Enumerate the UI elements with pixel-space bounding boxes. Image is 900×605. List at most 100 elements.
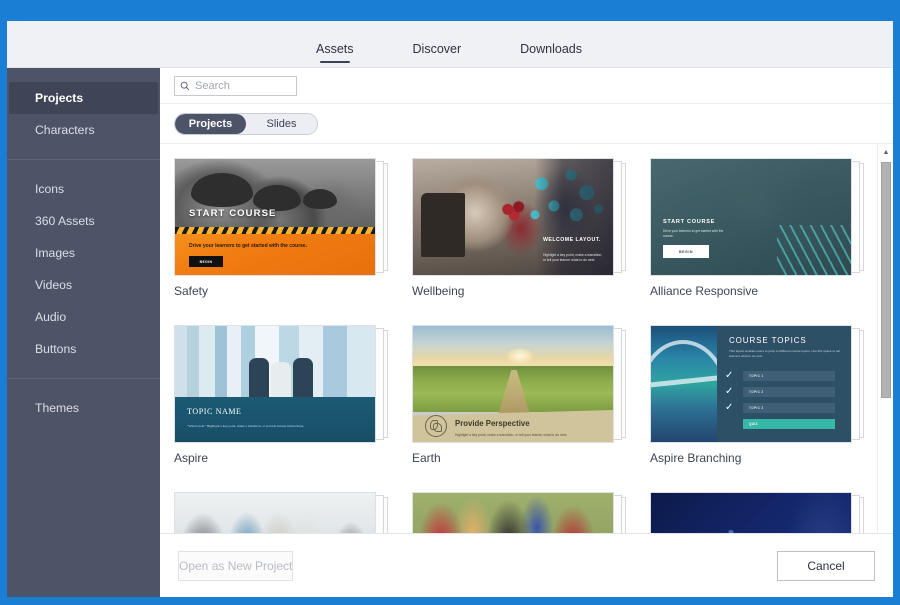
asset-card-earth[interactable]: Provide Perspective Highlight a key poin… xyxy=(412,325,650,465)
sidebar-item-label: Icons xyxy=(35,182,65,196)
thumb-subtitle: Highlight a key point, make a transition… xyxy=(543,252,603,262)
thumb-title: START COURSE xyxy=(189,208,277,219)
asset-thumbnail: WELCOME LAYOUT. Highlight a key point, m… xyxy=(412,158,614,276)
projects-slides-toggle[interactable]: Projects Slides xyxy=(174,112,318,135)
hazard-stripe xyxy=(175,227,375,234)
toggle-option-projects[interactable]: Projects xyxy=(175,113,246,134)
tab-active-underline xyxy=(319,60,350,63)
asset-card-label: Aspire Branching xyxy=(650,451,742,465)
thumb-subtitle: Drive your learners to get started with … xyxy=(189,243,308,249)
card-stack: Provide Perspective Highlight a key poin… xyxy=(412,325,626,443)
sidebar-item-audio[interactable]: Audio xyxy=(9,301,158,333)
main-panel: Projects Slides xyxy=(160,68,893,597)
search-icon xyxy=(180,81,190,90)
sidebar: Projects Characters Icons 360 Assets Ima… xyxy=(7,68,160,597)
thumb-subtitle: "What's next" Highlight a key point, mak… xyxy=(187,424,305,428)
card-stack: START COURSE Drive your learners to get … xyxy=(650,158,864,276)
globe-icon xyxy=(425,415,447,437)
sidebar-item-label: Characters xyxy=(35,123,95,137)
tab-downloads[interactable]: Downloads xyxy=(520,42,582,67)
thumb-button: BEGIN xyxy=(663,245,709,258)
open-as-new-project-label: Open as New Project xyxy=(179,558,293,573)
sidebar-item-label: Images xyxy=(35,246,75,260)
sidebar-item-projects[interactable]: Projects xyxy=(9,82,158,114)
asset-thumbnail: START COURSE Drive your learners to get … xyxy=(650,158,852,276)
thumb-subtitle: Highlight a key point, make a transition… xyxy=(455,433,568,437)
thumb-title: Provide Perspective xyxy=(455,419,530,428)
asset-card-label: Safety xyxy=(174,284,209,298)
window-body: Projects Characters Icons 360 Assets Ima… xyxy=(7,68,893,597)
asset-thumbnail: START COURSE Drive your learners to get … xyxy=(174,158,376,276)
asset-card-safety[interactable]: START COURSE Drive your learners to get … xyxy=(174,158,412,298)
toggle-option-label: Projects xyxy=(188,117,233,130)
sidebar-item-icons[interactable]: Icons xyxy=(9,173,158,205)
tab-discover-label: Discover xyxy=(412,42,462,56)
sidebar-item-images[interactable]: Images xyxy=(9,237,158,269)
toggle-option-label: Slides xyxy=(266,117,297,130)
sidebar-item-label: Projects xyxy=(35,91,84,105)
tab-downloads-label: Downloads xyxy=(520,42,582,56)
sidebar-item-label: Videos xyxy=(35,278,73,292)
sidebar-divider xyxy=(7,378,160,379)
sidebar-item-label: Audio xyxy=(35,310,67,324)
thumb-button: BEGIN xyxy=(189,256,223,267)
asset-card-aspire[interactable]: TOPIC NAME "What's next" Highlight a key… xyxy=(174,325,412,465)
check-icon: ✓ xyxy=(725,370,734,381)
scrollbar-thumb[interactable] xyxy=(881,162,891,398)
asset-card-alliance-responsive[interactable]: START COURSE Drive your learners to get … xyxy=(650,158,888,298)
asset-thumbnail: Provide Perspective Highlight a key poin… xyxy=(412,325,614,443)
card-stack: TOPIC NAME "What's next" Highlight a key… xyxy=(174,325,388,443)
thumb-topic-row: TOPIC 1 xyxy=(743,371,835,381)
sidebar-item-videos[interactable]: Videos xyxy=(9,269,158,301)
asset-grid: START COURSE Drive your learners to get … xyxy=(160,158,893,569)
sidebar-group-projects: Projects Characters xyxy=(7,78,160,150)
tab-discover[interactable]: Discover xyxy=(413,42,462,67)
sidebar-item-360-assets[interactable]: 360 Assets xyxy=(9,205,158,237)
footer-bar: Open as New Project Cancel xyxy=(160,533,893,597)
check-icon: ✓ xyxy=(725,386,734,397)
search-input[interactable] xyxy=(195,79,291,92)
asset-browser-window: Assets Discover Downloads Projects Chara… xyxy=(7,21,893,597)
asset-card-label: Alliance Responsive xyxy=(650,284,759,298)
sidebar-item-characters[interactable]: Characters xyxy=(9,114,158,146)
asset-grid-scroll-area[interactable]: START COURSE Drive your learners to get … xyxy=(160,144,893,597)
asset-thumbnail: COURSE TOPICS This layout enables users … xyxy=(650,325,852,443)
toggle-option-slides[interactable]: Slides xyxy=(246,113,317,134)
sidebar-item-label: 360 Assets xyxy=(35,214,95,228)
tab-assets[interactable]: Assets xyxy=(316,42,354,67)
asset-card-label: Aspire xyxy=(174,451,209,465)
scroll-up-arrow[interactable]: ▲ xyxy=(878,144,893,160)
search-box[interactable] xyxy=(174,75,297,96)
asset-card-wellbeing[interactable]: WELCOME LAYOUT. Highlight a key point, m… xyxy=(412,158,650,298)
view-toggle-row: Projects Slides xyxy=(160,104,893,144)
thumb-title: START COURSE xyxy=(663,219,716,225)
tab-assets-label: Assets xyxy=(316,42,354,56)
thumb-title: TOPIC NAME xyxy=(187,407,242,416)
thumb-title: COURSE TOPICS xyxy=(729,336,807,345)
search-row xyxy=(160,68,893,104)
asset-card-label: Wellbeing xyxy=(412,284,465,298)
card-stack: START COURSE Drive your learners to get … xyxy=(174,158,388,276)
content-scrollbar[interactable]: ▲ ▼ xyxy=(877,144,893,597)
thumb-subtitle: Drive your learners to get started with … xyxy=(663,229,724,238)
open-as-new-project-button[interactable]: Open as New Project xyxy=(178,550,294,581)
top-tab-bar: Assets Discover Downloads xyxy=(7,21,893,68)
thumb-topic-row: TOPIC 3 xyxy=(743,403,835,413)
asset-thumbnail: TOPIC NAME "What's next" Highlight a key… xyxy=(174,325,376,443)
sidebar-group-media: Icons 360 Assets Images Videos Audio But… xyxy=(7,169,160,369)
card-stack: WELCOME LAYOUT. Highlight a key point, m… xyxy=(412,158,626,276)
thumb-title: WELCOME LAYOUT. xyxy=(543,237,601,243)
sidebar-group-themes: Themes xyxy=(7,388,160,428)
thumb-quiz-row: QUIZ xyxy=(743,419,835,429)
sidebar-item-label: Buttons xyxy=(35,342,77,356)
cancel-button[interactable]: Cancel xyxy=(777,550,875,581)
check-icon: ✓ xyxy=(725,402,734,413)
asset-card-aspire-branching[interactable]: COURSE TOPICS This layout enables users … xyxy=(650,325,888,465)
sidebar-divider xyxy=(7,159,160,160)
sidebar-item-themes[interactable]: Themes xyxy=(9,392,158,424)
asset-card-label: Earth xyxy=(412,451,441,465)
thumb-subtitle: This layout enables users to jump to dif… xyxy=(729,349,840,358)
cancel-label: Cancel xyxy=(807,558,845,573)
thumb-topic-row: TOPIC 2 xyxy=(743,387,835,397)
sidebar-item-buttons[interactable]: Buttons xyxy=(9,333,158,365)
